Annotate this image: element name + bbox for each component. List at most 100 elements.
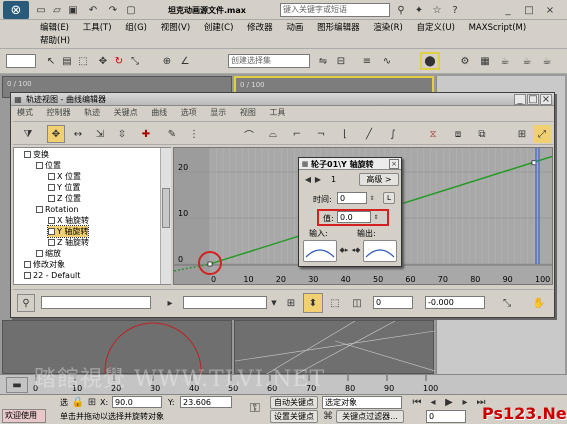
- menu-rendering[interactable]: 渲染(R): [373, 23, 403, 33]
- app-logo-icon[interactable]: ⊗: [3, 1, 29, 19]
- value-spinner-icon[interactable]: ⇕: [372, 211, 380, 223]
- tree-item[interactable]: X 位置: [48, 171, 81, 182]
- save-file-icon[interactable]: ▣: [66, 3, 80, 17]
- current-frame-field[interactable]: 0: [426, 410, 466, 423]
- tangent-fast-icon[interactable]: ⌐: [287, 125, 307, 143]
- menu-group[interactable]: 组(G): [125, 23, 147, 33]
- value-field[interactable]: 0.0: [337, 211, 371, 223]
- mirror-icon[interactable]: ⇋: [316, 54, 330, 68]
- snap-frames-icon[interactable]: ⤢: [533, 125, 551, 143]
- star-icon[interactable]: ☆: [430, 3, 444, 17]
- scale-keys-icon[interactable]: ⇲: [91, 125, 109, 143]
- named-selection-set-dropdown[interactable]: 创建选择集: [228, 54, 310, 68]
- tree-item[interactable]: Z 位置: [48, 193, 81, 204]
- next-key-icon[interactable]: ▶: [313, 174, 323, 185]
- auto-key-button[interactable]: 自动关键点: [270, 396, 318, 409]
- timeline[interactable]: ▬ 0 10 20 30 40 50 60 70 80 90 100 踏館視覺 WWW.TLVI.N…: [0, 367, 567, 394]
- scale-values-icon[interactable]: ⇳: [113, 125, 131, 143]
- select-region-icon[interactable]: ⬚: [76, 54, 90, 68]
- time-spinner-icon[interactable]: ⇕: [368, 192, 376, 204]
- menu-maxscript[interactable]: MAXScript(M): [469, 23, 527, 33]
- tangent-slow-icon[interactable]: ¬: [311, 125, 331, 143]
- select-by-name-field[interactable]: [183, 296, 267, 309]
- sync-tracks-icon[interactable]: ⬍: [303, 293, 323, 313]
- tangent-auto-icon[interactable]: ⌒: [239, 125, 259, 143]
- key-mode-icon[interactable]: ⚿: [246, 399, 264, 417]
- next-frame-icon[interactable]: ▸: [458, 396, 472, 409]
- minimize-button[interactable]: _: [498, 3, 518, 17]
- selected-object-dropdown[interactable]: 选定对象: [322, 396, 402, 409]
- ce-menu-mode[interactable]: 模式: [17, 108, 33, 117]
- controller-tree[interactable]: 变换 位置 X 位置 Y 位置 Z 位置 Rotation X 轴旋转 Y 轴旋转 Z 轴旋转缩…: [13, 147, 171, 285]
- absolute-mode-icon[interactable]: ⊞: [86, 396, 98, 408]
- render-frame-icon[interactable]: ▦: [478, 54, 492, 68]
- track-selection-icon[interactable]: ⬚: [325, 293, 345, 313]
- selection-filter-dropdown[interactable]: [6, 54, 36, 68]
- material-editor-icon[interactable]: ⬤: [420, 52, 440, 70]
- ce-menu-controller[interactable]: 控制器: [47, 108, 71, 117]
- zoom-icon[interactable]: ⤡: [497, 293, 517, 313]
- tree-item[interactable]: Z 轴旋转: [48, 237, 89, 248]
- tree-item[interactable]: X 轴旋转: [48, 215, 89, 226]
- timeline-key-icon[interactable]: ▬: [6, 377, 28, 393]
- set-key-button[interactable]: 设置关键点: [270, 410, 318, 423]
- menu-edit[interactable]: 编辑(E): [40, 23, 69, 33]
- open-file-icon[interactable]: ▱: [50, 3, 64, 17]
- key-dialog-close-button[interactable]: ×: [389, 159, 399, 169]
- out-tangent-arrows-icon[interactable]: ◂◆: [349, 244, 363, 256]
- track-name-field[interactable]: [41, 296, 151, 309]
- add-keys-icon[interactable]: ✚: [137, 125, 155, 143]
- tree-item[interactable]: 位置: [36, 160, 61, 171]
- show-all-tangents-icon[interactable]: ⧉: [473, 125, 491, 143]
- time-field[interactable]: 0: [337, 192, 367, 204]
- select-by-name-icon[interactable]: ▤: [60, 54, 74, 68]
- menu-customize[interactable]: 自定义(U): [417, 23, 455, 33]
- render-icon[interactable]: ☕: [498, 54, 512, 68]
- hold-icon[interactable]: ▢: [124, 3, 138, 17]
- curve-editor-titlebar[interactable]: ▦ 轨迹视图 - 曲线编辑器 _ □ ×: [11, 93, 554, 106]
- ce-maximize-button[interactable]: □: [527, 94, 539, 105]
- new-file-icon[interactable]: ▭: [34, 3, 48, 17]
- menu-views[interactable]: 视图(V): [161, 23, 190, 33]
- tangent-step-icon[interactable]: ⌊: [335, 125, 355, 143]
- curve-editor-icon[interactable]: ∿: [380, 54, 394, 68]
- menu-tools[interactable]: 工具(T): [83, 23, 112, 33]
- infocenter-icon[interactable]: ✦: [412, 3, 426, 17]
- prev-key-icon[interactable]: ◀: [303, 174, 313, 185]
- value-field[interactable]: -0.000: [425, 296, 485, 309]
- redo-icon[interactable]: ↷: [104, 3, 122, 17]
- tree-item[interactable]: Rotation: [36, 204, 78, 215]
- frame-field[interactable]: 0: [373, 296, 413, 309]
- align-icon[interactable]: ⊟: [334, 54, 348, 68]
- quick-render-icon[interactable]: ☕: [520, 54, 534, 68]
- filters-icon[interactable]: ⧩: [19, 125, 37, 143]
- lock-selection-icon[interactable]: 🔒: [72, 396, 84, 408]
- layer-icon[interactable]: ≡: [360, 54, 374, 68]
- goto-start-icon[interactable]: ⏮: [410, 396, 424, 409]
- snap-icon[interactable]: ⊕: [160, 54, 174, 68]
- ce-menu-tracks[interactable]: 轨迹: [84, 108, 100, 117]
- ce-menu-curves[interactable]: 曲线: [151, 108, 167, 117]
- tree-item[interactable]: 22 - Default: [24, 270, 80, 281]
- out-tangent-button[interactable]: [363, 240, 397, 262]
- tangent-custom-icon[interactable]: ⌓: [263, 125, 283, 143]
- tree-item[interactable]: 缩放: [36, 248, 61, 259]
- tangent-linear-icon[interactable]: ╱: [359, 125, 379, 143]
- ce-minimize-button[interactable]: _: [514, 94, 526, 105]
- menu-modifiers[interactable]: 修改器: [247, 23, 273, 33]
- tree-item[interactable]: Y 轴旋转: [46, 225, 90, 238]
- x-coordinate-field[interactable]: 90.0: [112, 396, 162, 408]
- key-filter-icon[interactable]: ⌘: [322, 410, 334, 423]
- search-input[interactable]: 键入关键字或短语: [280, 3, 390, 17]
- tree-item[interactable]: 修改对象: [24, 259, 65, 270]
- reduce-keys-icon[interactable]: ⋮: [185, 125, 203, 143]
- y-coordinate-field[interactable]: 23.606: [180, 396, 232, 408]
- time-lock-button[interactable]: L: [383, 192, 395, 204]
- key-filters-button[interactable]: 关键点过滤器...: [336, 410, 404, 423]
- ce-menu-display[interactable]: 显示: [210, 108, 226, 117]
- rotate-icon[interactable]: ↻: [112, 54, 126, 68]
- tree-scroll-thumb[interactable]: [162, 188, 170, 228]
- scale-icon[interactable]: ⤡: [128, 54, 142, 68]
- show-keyable-icon[interactable]: ⧈: [449, 125, 467, 143]
- angle-snap-icon[interactable]: ∠: [178, 54, 192, 68]
